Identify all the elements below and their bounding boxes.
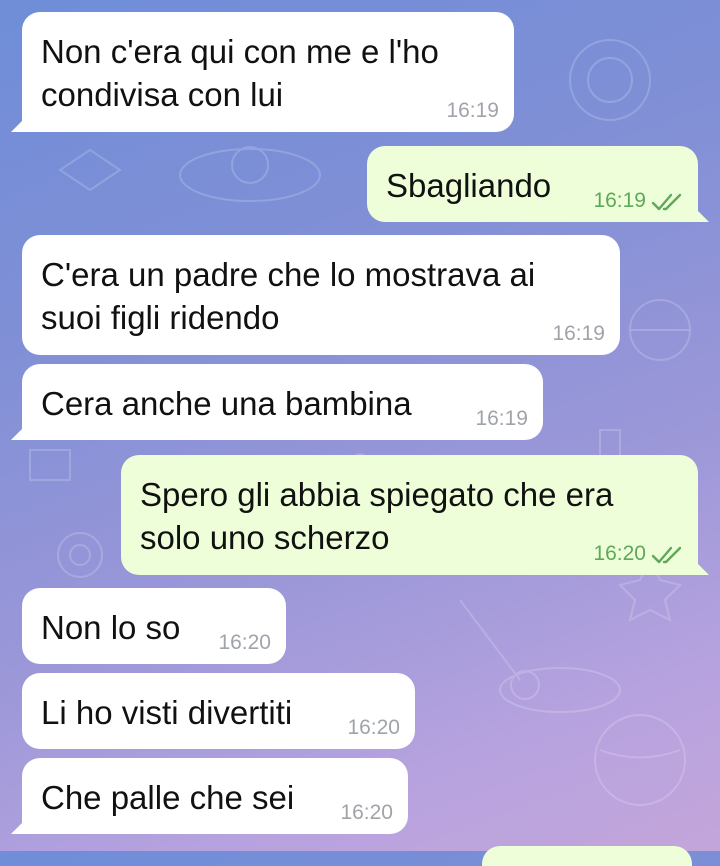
message-bubble-incoming[interactable]: C'era un padre che lo mostrava ai suoi f… xyxy=(22,235,620,355)
message-time: 16:19 xyxy=(475,407,528,430)
message-text: Cera anche una bambina xyxy=(41,385,412,422)
message-bubble-incoming[interactable]: Non lo so 16:20 xyxy=(22,588,286,664)
message-time: 16:20 xyxy=(347,716,400,739)
partial-message-bubble-outgoing[interactable] xyxy=(482,846,692,866)
message-bubble-incoming[interactable]: Li ho visti divertiti 16:20 xyxy=(22,673,415,749)
message-time: 16:19 xyxy=(446,99,499,122)
message-text: Non c'era qui con me e l'ho condivisa co… xyxy=(41,33,439,113)
message-bubble-outgoing[interactable]: Spero gli abbia spiegato che era solo un… xyxy=(121,455,698,575)
message-list[interactable]: Non c'era qui con me e l'ho condivisa co… xyxy=(0,0,720,866)
message-time: 16:19 xyxy=(593,189,646,212)
message-time: 16:20 xyxy=(340,801,393,824)
message-bubble-incoming[interactable]: Non c'era qui con me e l'ho condivisa co… xyxy=(22,12,514,132)
double-check-icon xyxy=(651,546,682,564)
message-time: 16:20 xyxy=(593,542,646,565)
message-time: 16:20 xyxy=(218,631,271,654)
message-bubble-outgoing[interactable]: Sbagliando 16:19 xyxy=(367,146,698,222)
message-time: 16:19 xyxy=(552,322,605,345)
message-text: C'era un padre che lo mostrava ai suoi f… xyxy=(41,256,536,336)
message-bubble-incoming[interactable]: Che palle che sei 16:20 xyxy=(22,758,408,834)
message-bubble-incoming[interactable]: Cera anche una bambina 16:19 xyxy=(22,364,543,440)
double-check-icon xyxy=(651,193,682,211)
message-text: Che palle che sei xyxy=(41,779,295,816)
message-text: Li ho visti divertiti xyxy=(41,694,293,731)
